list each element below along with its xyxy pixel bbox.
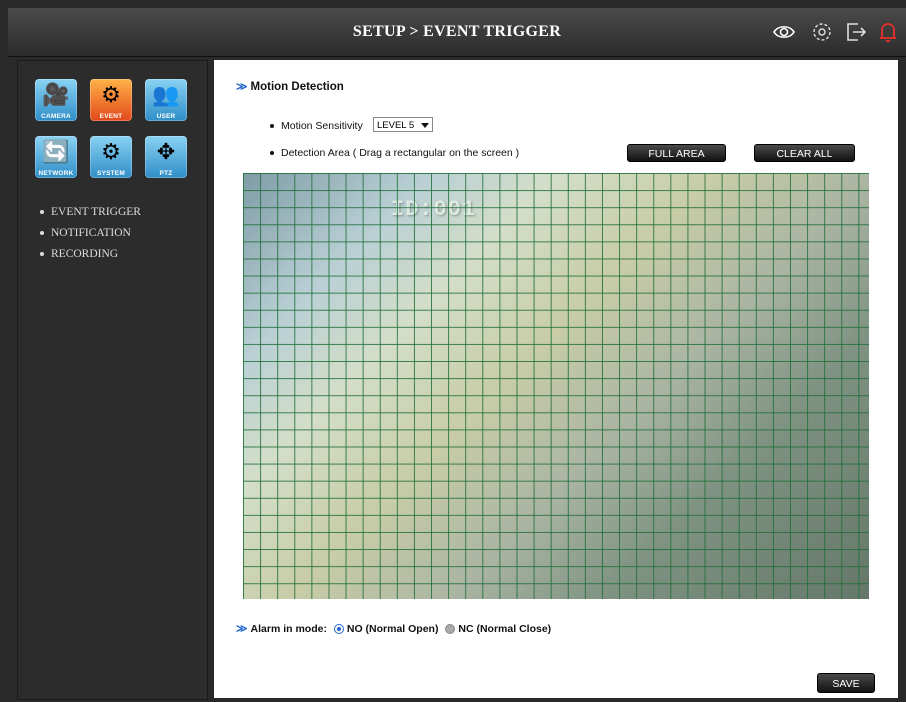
sensitivity-row: Motion Sensitivity <box>270 120 363 132</box>
event-tile-label: EVENT <box>99 113 123 120</box>
alarm-no-radio[interactable] <box>333 624 344 635</box>
system-tile[interactable]: ⚙ SYSTEM <box>90 136 132 178</box>
settings-icon[interactable] <box>810 20 834 44</box>
title-bar: SETUP > EVENT TRIGGER <box>8 8 906 57</box>
sidebar-item-event-trigger[interactable]: EVENT TRIGGER <box>40 206 141 218</box>
logout-icon[interactable] <box>844 20 868 44</box>
user-tile-label: USER <box>156 113 176 120</box>
ptz-tile[interactable]: ✥ PTZ <box>145 136 187 178</box>
alarm-nc-radio[interactable] <box>445 624 456 635</box>
eye-icon[interactable] <box>772 20 796 44</box>
motion-grid[interactable] <box>243 173 869 599</box>
full-area-button[interactable]: FULL AREA <box>627 144 726 162</box>
network-icon: 🔄 <box>42 139 70 164</box>
save-button[interactable]: SAVE <box>817 673 875 693</box>
sensitivity-select[interactable]: LEVEL 5 <box>373 117 433 132</box>
alarm-mode-label: Alarm in mode: <box>250 623 327 635</box>
chevron-down-icon <box>421 123 429 128</box>
sidebar-item-label: NOTIFICATION <box>51 227 131 239</box>
user-tile[interactable]: 👥 USER <box>145 79 187 121</box>
sidebar-item-label: EVENT TRIGGER <box>51 206 141 218</box>
bullet <box>40 210 44 215</box>
alarm-bell-icon[interactable] <box>876 20 900 44</box>
section-title: Motion Detection <box>250 81 344 93</box>
sidebar-item-label: RECORDING <box>51 248 119 260</box>
section-header: ≫ Motion Detection <box>236 80 344 93</box>
user-icon: 👥 <box>152 82 180 107</box>
camera-tile-label: CAMERA <box>41 113 71 120</box>
bullet <box>40 252 44 257</box>
double-arrow-icon: ≫ <box>236 81 248 93</box>
bullet <box>270 124 274 129</box>
ptz-icon: ✥ <box>156 139 176 164</box>
app-frame: SETUP > EVENT TRIGGER 🎥 CAMERA ⚙ EVENT 👥… <box>0 0 906 702</box>
bullet <box>40 231 44 236</box>
system-tile-label: SYSTEM <box>97 170 125 177</box>
double-arrow-icon: ≫ <box>236 623 248 635</box>
camera-tile[interactable]: 🎥 CAMERA <box>35 79 77 121</box>
sidebar-item-notification[interactable]: NOTIFICATION <box>40 227 131 239</box>
network-tile-label: NETWORK <box>38 170 74 177</box>
network-tile[interactable]: 🔄 NETWORK <box>35 136 77 178</box>
system-icon: ⚙ <box>101 139 121 164</box>
sidebar: 🎥 CAMERA ⚙ EVENT 👥 USER 🔄 NETWORK ⚙ SYST… <box>17 60 208 700</box>
main-panel: ≫ Motion Detection Motion Sensitivity LEV… <box>214 60 898 698</box>
alarm-nc-label[interactable]: NC (Normal Close) <box>458 623 551 635</box>
detection-area-label: Detection Area ( Drag a rectangular on t… <box>281 147 520 159</box>
detection-area-video[interactable]: ID:001 <box>243 173 869 599</box>
event-icon: ⚙ <box>101 82 121 107</box>
sidebar-item-recording[interactable]: RECORDING <box>40 248 118 260</box>
event-tile[interactable]: ⚙ EVENT <box>90 79 132 121</box>
detection-area-row: Detection Area ( Drag a rectangular on t… <box>270 147 519 159</box>
sensitivity-value: LEVEL 5 <box>377 120 415 131</box>
sensitivity-label: Motion Sensitivity <box>281 120 363 132</box>
alarm-mode-row: ≫ Alarm in mode: NO (Normal Open) NC (Nor… <box>236 622 551 635</box>
alarm-no-label[interactable]: NO (Normal Open) <box>347 623 439 635</box>
clear-all-button[interactable]: CLEAR ALL <box>754 144 855 162</box>
bullet <box>270 151 274 156</box>
camera-icon: 🎥 <box>42 82 70 107</box>
ptz-tile-label: PTZ <box>159 170 173 177</box>
